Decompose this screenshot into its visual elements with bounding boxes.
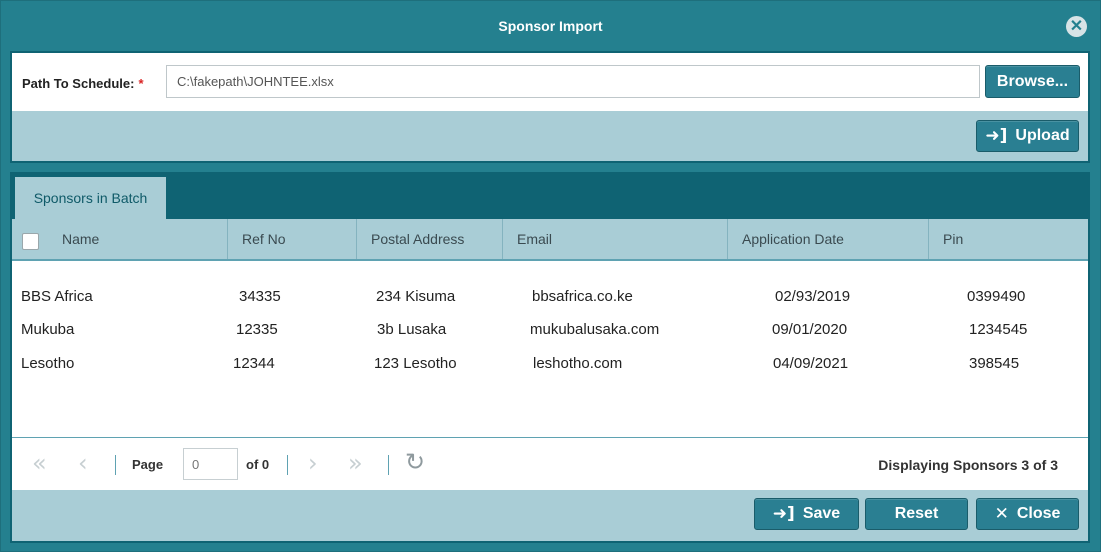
save-button-label: Save xyxy=(802,505,841,522)
next-page-icon[interactable]: › xyxy=(308,451,318,475)
column-header-label: Pin xyxy=(943,231,964,247)
tabstrip: Sponsors in Batch xyxy=(12,174,1088,219)
cell-pin: 398545 xyxy=(969,355,1020,372)
previous-page-icon[interactable]: ‹ xyxy=(78,451,88,475)
page-count-label: of 0 xyxy=(246,457,270,472)
column-header-label: Postal Address xyxy=(371,231,465,247)
sponsor-import-dialog: Sponsor Import ✕ Path To Schedule:* Brow… xyxy=(0,0,1101,552)
pager-divider xyxy=(287,455,288,475)
display-count-text: Displaying Sponsors 3 of 3 xyxy=(878,457,1058,473)
upload-bar: ➜] Upload xyxy=(12,111,1088,161)
grid-body: BBS Africa 34335 234 Kisuma bbsafrica.co… xyxy=(12,263,1088,436)
cell-ref-no: 12335 xyxy=(236,321,278,338)
table-row[interactable]: BBS Africa 34335 234 Kisuma bbsafrica.co… xyxy=(12,280,1088,314)
cell-email: bbsafrica.co.ke xyxy=(532,288,633,305)
select-all-checkbox[interactable] xyxy=(22,233,39,250)
browse-button[interactable]: Browse... xyxy=(985,65,1080,98)
sign-in-icon: ➜] xyxy=(772,503,795,524)
close-icon: ✕ xyxy=(994,503,1009,524)
cell-pin: 0399490 xyxy=(967,288,1026,305)
table-row[interactable]: Mukuba 12335 3b Lusaka mukubalusaka.com … xyxy=(12,313,1088,347)
column-header-postal-address[interactable]: Postal Address xyxy=(357,219,503,259)
cell-postal-address: 234 Kisuma xyxy=(376,288,456,305)
close-button[interactable]: ✕ Close xyxy=(976,498,1079,530)
column-header-name[interactable]: Name xyxy=(48,219,228,259)
reset-button-label: Reset xyxy=(894,505,939,522)
save-button[interactable]: ➜] Save xyxy=(754,498,859,530)
cell-name: BBS Africa xyxy=(21,288,93,305)
tab-label: Sponsors in Batch xyxy=(33,190,148,206)
cell-email: mukubalusaka.com xyxy=(530,321,660,338)
column-header-label: Email xyxy=(517,231,553,247)
refresh-icon[interactable]: ↻ xyxy=(405,450,425,474)
column-header-label: Ref No xyxy=(242,231,286,247)
cell-ref-no: 34335 xyxy=(239,288,281,305)
path-input[interactable] xyxy=(166,65,980,98)
grid-header: Name Ref No Postal Address Email Applica… xyxy=(12,219,1088,261)
footer-bar: ➜] Save Reset ✕ Close xyxy=(12,490,1088,541)
upload-button-label: Upload xyxy=(1015,127,1070,144)
cell-pin: 1234545 xyxy=(969,321,1028,338)
close-button-label: Close xyxy=(1016,505,1061,522)
path-label-text: Path To Schedule: xyxy=(22,76,135,91)
path-label: Path To Schedule: * xyxy=(22,76,144,91)
cell-name: Mukuba xyxy=(21,321,75,338)
cell-ref-no: 12344 xyxy=(233,355,275,372)
page-number-input[interactable] xyxy=(183,448,238,480)
sign-in-icon: ➜] xyxy=(985,125,1008,146)
cell-application-date: 04/09/2021 xyxy=(773,355,849,372)
dialog-titlebar: Sponsor Import ✕ xyxy=(1,1,1100,51)
table-row[interactable]: Lesotho 12344 123 Lesotho leshotho.com 0… xyxy=(12,347,1088,381)
cell-postal-address: 123 Lesotho xyxy=(374,355,457,372)
import-panel: Path To Schedule:* Browse... ➜] Upload xyxy=(10,51,1090,163)
column-header-email[interactable]: Email xyxy=(503,219,728,259)
browse-button-label: Browse... xyxy=(996,72,1069,90)
tab-sponsors-in-batch[interactable]: Sponsors in Batch xyxy=(15,177,166,219)
column-header-label: Name xyxy=(62,231,100,247)
required-marker: * xyxy=(138,76,144,91)
last-page-icon[interactable]: » xyxy=(348,451,363,475)
pager-divider xyxy=(115,455,116,475)
cell-email: leshotho.com xyxy=(533,355,623,372)
grid-panel: Sponsors in Batch Name Ref No Postal Add… xyxy=(10,172,1090,543)
pager-divider xyxy=(388,455,389,475)
path-row: Path To Schedule:* Browse... xyxy=(12,53,1088,111)
pager: « ‹ Page of 0 › » ↻ Displaying Sponsors … xyxy=(12,437,1088,490)
column-header-pin[interactable]: Pin xyxy=(929,219,1088,259)
reset-button[interactable]: Reset xyxy=(865,498,968,530)
column-header-ref-no[interactable]: Ref No xyxy=(228,219,357,259)
cell-name: Lesotho xyxy=(21,355,75,372)
dialog-title: Sponsor Import xyxy=(498,18,603,34)
page-label: Page xyxy=(132,457,164,472)
cell-application-date: 02/93/2019 xyxy=(775,288,851,305)
cell-application-date: 09/01/2020 xyxy=(772,321,848,338)
upload-button[interactable]: ➜] Upload xyxy=(976,120,1079,152)
cell-postal-address: 3b Lusaka xyxy=(377,321,447,338)
first-page-icon[interactable]: « xyxy=(32,451,47,475)
close-icon[interactable]: ✕ xyxy=(1066,16,1087,37)
column-header-application-date[interactable]: Application Date xyxy=(728,219,929,259)
column-header-label: Application Date xyxy=(742,231,844,247)
